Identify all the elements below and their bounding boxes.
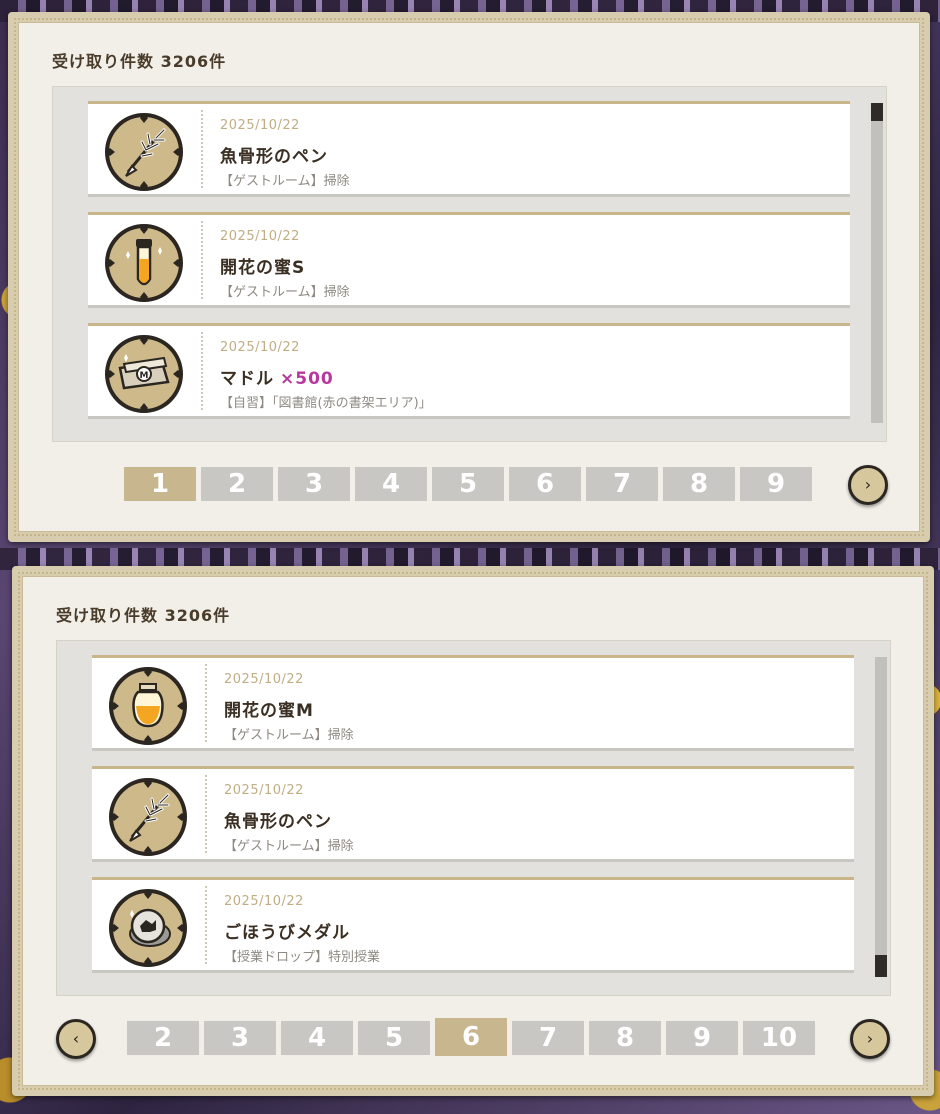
received-date: 2025/10/22 (224, 783, 304, 798)
page-button[interactable]: 8 (663, 467, 735, 501)
prev-page-button[interactable]: ‹ (56, 1019, 96, 1059)
received-item-list[interactable]: 2025/10/22 開花の蜜M 【ゲストルーム】掃除 2025/10/22 魚… (56, 640, 891, 996)
item-name: 魚骨形のペン (220, 147, 328, 167)
next-page-button[interactable]: › (850, 1019, 890, 1059)
page-button[interactable]: 9 (740, 467, 812, 501)
item-source: 【ゲストルーム】掃除 (220, 174, 350, 189)
page-button[interactable]: 8 (589, 1021, 661, 1055)
page-button[interactable]: 2 (127, 1021, 199, 1055)
item-source: 【ゲストルーム】掃除 (224, 728, 354, 743)
page-button[interactable]: 10 (743, 1021, 815, 1055)
item-divider (201, 221, 203, 299)
list-item[interactable]: 2025/10/22 開花の蜜S 【ゲストルーム】掃除 (88, 212, 850, 308)
list-item[interactable]: 2025/10/22 魚骨形のペン 【ゲストルーム】掃除 (92, 766, 854, 862)
chevron-right-icon: › (864, 475, 872, 494)
item-source: 【ゲストルーム】掃除 (224, 839, 354, 854)
scrollbar-thumb[interactable] (871, 103, 883, 121)
list-item[interactable]: 2025/10/22 開花の蜜M 【ゲストルーム】掃除 (92, 655, 854, 751)
next-page-button[interactable]: › (848, 465, 888, 505)
madol-money-icon: M (102, 332, 186, 416)
list-item[interactable]: 2025/10/22 ごほうびメダル 【授業ドロップ】特別授業 (92, 877, 854, 973)
honey-jar-icon (106, 664, 190, 748)
page-button[interactable]: 5 (432, 467, 504, 501)
history-panel-top: 受け取り件数 3206件 2025/10/22 魚骨形のペン 【ゲストルーム】掃… (8, 12, 930, 542)
page-button[interactable]: 2 (201, 467, 273, 501)
item-name: マドル ×500 (220, 369, 334, 389)
page-button[interactable]: 6 (509, 467, 581, 501)
received-item-list[interactable]: 2025/10/22 魚骨形のペン 【ゲストルーム】掃除 2025/10/22 … (52, 86, 887, 442)
page-button[interactable]: 7 (512, 1021, 584, 1055)
page-button[interactable]: 9 (666, 1021, 738, 1055)
svg-text:M: M (140, 371, 149, 381)
item-divider (201, 110, 203, 188)
item-name: 開花の蜜S (220, 258, 306, 278)
received-date: 2025/10/22 (220, 340, 300, 355)
chevron-right-icon: › (866, 1029, 874, 1048)
item-name: 魚骨形のペン (224, 812, 332, 832)
received-count-label: 受け取り件数 3206件 (56, 606, 231, 625)
item-divider (205, 664, 207, 742)
item-source: 【自習】「図書館(赤の書架エリア)」 (220, 396, 432, 411)
reward-medal-icon (106, 886, 190, 970)
page-button[interactable]: 4 (281, 1021, 353, 1055)
page-button[interactable]: 6 (435, 1018, 507, 1056)
received-date: 2025/10/22 (224, 894, 304, 909)
scrollbar[interactable] (871, 103, 883, 423)
item-divider (205, 775, 207, 853)
item-source: 【ゲストルーム】掃除 (220, 285, 350, 300)
history-panel-bottom: 受け取り件数 3206件 2025/10/22 開花の蜜M 【ゲストルーム】掃除 (12, 566, 934, 1096)
item-divider (201, 332, 203, 410)
page-button[interactable]: 3 (204, 1021, 276, 1055)
scrollbar-thumb[interactable] (875, 955, 887, 977)
page-button[interactable]: 5 (358, 1021, 430, 1055)
fishbone-pen-icon (102, 110, 186, 194)
list-item[interactable]: M 2025/10/22 マドル ×500 【自習】「図書館(赤の書架エリア)」 (88, 323, 850, 419)
chevron-left-icon: ‹ (72, 1029, 80, 1048)
received-date: 2025/10/22 (220, 118, 300, 133)
page-button[interactable]: 7 (586, 467, 658, 501)
list-item[interactable]: 2025/10/22 魚骨形のペン 【ゲストルーム】掃除 (88, 101, 850, 197)
item-divider (205, 886, 207, 964)
received-date: 2025/10/22 (224, 672, 304, 687)
item-name: 開花の蜜M (224, 701, 314, 721)
page-button[interactable]: 3 (278, 467, 350, 501)
honey-vial-icon (102, 221, 186, 305)
received-count-label: 受け取り件数 3206件 (52, 52, 227, 71)
scrollbar[interactable] (875, 657, 887, 977)
fishbone-pen-icon (106, 775, 190, 859)
page-button[interactable]: 4 (355, 467, 427, 501)
item-name: ごほうびメダル (224, 923, 350, 943)
page-button[interactable]: 1 (124, 467, 196, 501)
received-date: 2025/10/22 (220, 229, 300, 244)
item-source: 【授業ドロップ】特別授業 (224, 950, 381, 965)
